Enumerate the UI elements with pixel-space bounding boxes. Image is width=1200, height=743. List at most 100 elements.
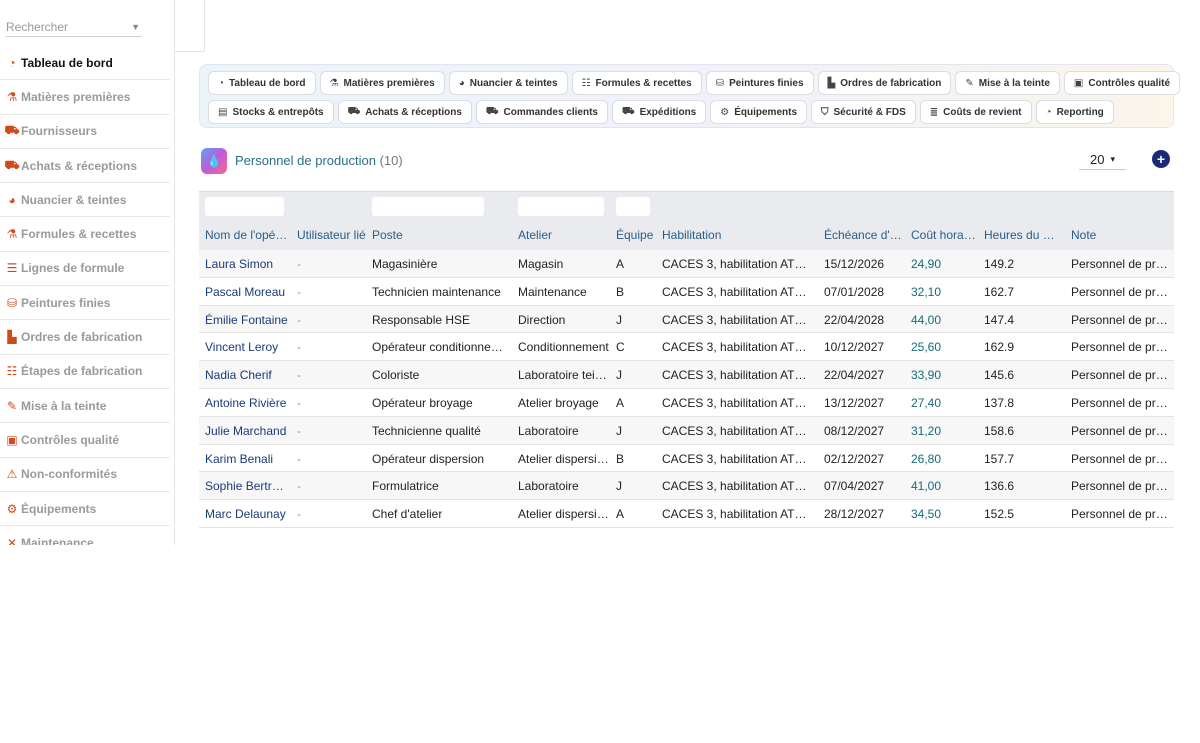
table-cell: Personnel de production [1071,423,1174,438]
tab-row1-2[interactable]: ◕ Nuancier & teintes [448,71,568,95]
tab-row1-1[interactable]: ⚗ Matières premières [319,71,445,95]
tab-row1-7[interactable]: ▣ Contrôles qualité [1063,71,1181,95]
table-cell: Personnel de production [1071,395,1174,410]
palette-icon: ◕ [8,192,16,207]
table-row[interactable]: Marc Delaunay - Chef d'atelier Atelier disp… [199,500,1174,528]
table-cell: CACES 3, habilitation ATEX niveau 1 [662,479,812,494]
sidebar-item-label: Matières premières [21,89,131,104]
operator-name-link[interactable]: Pascal Moreau [205,285,285,299]
tab-label: Peintures finies [729,77,804,89]
sidebar-item-0[interactable]: ◔ Tableau de bord [0,46,170,81]
tab-row2-5[interactable]: ⛉ Sécurité & FDS [811,100,916,124]
table-cell: J [616,312,622,327]
table-cell: Opérateur broyage [372,395,473,410]
table-cell: J [616,479,622,494]
caret-down-icon[interactable]: ▼ [131,22,140,32]
sidebar-item-2[interactable]: ⛟ Fournisseurs [0,115,170,149]
tab-label: Équipements [734,106,798,118]
table-cell: Personnel de production [1071,451,1174,466]
table-cell: Personnel de production [1071,257,1174,271]
sidebar-toggle-area [175,0,205,52]
sidebar-item-label: Formules & recettes [21,227,137,242]
operator-name-link[interactable]: Nadia Cherif [205,368,272,382]
column-header-5[interactable]: Habilitation [662,228,721,242]
tab-row2-4[interactable]: ⚙ Équipements [710,100,808,124]
operator-name-link[interactable]: Marc Delaunay [205,507,286,521]
column-header-9[interactable]: Note [1071,228,1096,242]
table-cell: 147.4 [984,312,1015,327]
tab-label: Ordres de fabrication [840,77,942,89]
table-row[interactable]: Nadia Cherif - Coloriste Laboratoire teinte… [199,361,1174,389]
column-header-8[interactable]: Heures du mois [984,228,1064,242]
table-cell: Personnel de production [1071,312,1174,327]
per-page-select[interactable]: 20 ▾ [1079,150,1126,170]
table-cell: J [616,368,622,383]
tab-label: Commandes clients [503,106,598,118]
operator-name-link[interactable]: Vincent Leroy [205,340,278,354]
table-row[interactable]: Antoine Rivière - Opérateur broyage Atelier… [199,388,1174,417]
table-row[interactable]: Vincent Leroy - Opérateur conditionnement C… [199,333,1174,362]
column-header-4[interactable]: Équipe [616,228,653,242]
column-header-1[interactable]: Utilisateur lié [297,228,366,242]
sidebar-item-1[interactable]: ⚗ Matières premières [0,80,170,115]
tab-row1-6[interactable]: ✎ Mise à la teinte [955,71,1060,95]
sidebar-item-14[interactable]: ✕ Maintenance [0,526,170,545]
sidebar-item-10[interactable]: ✎ Mise à la teinte [0,389,170,424]
tab-row1-0[interactable]: ◔ Tableau de bord [208,71,316,95]
operator-name-link[interactable]: Laura Simon [205,257,273,271]
sidebar-item-3[interactable]: ⛟ Achats & réceptions [0,149,170,184]
filter-atelier-input[interactable] [518,197,604,216]
tab-row1-5[interactable]: ▙ Ordres de fabrication [817,71,952,95]
sidebar-item-12[interactable]: ⚠ Non-conformités [0,458,170,492]
drop-icon: 💧 [201,148,227,174]
table-cell: Opérateur conditionnement [372,340,512,355]
table-cell: 162.9 [984,340,1015,355]
tab-row2-0[interactable]: ▤ Stocks & entrepôts [208,100,334,124]
tab-row2-1[interactable]: ⛟ Achats & réceptions [337,100,472,124]
sidebar-item-label: Mise à la teinte [21,398,107,413]
operator-name-link[interactable]: Antoine Rivière [205,396,286,410]
table-row[interactable]: Julie Marchand - Technicienne qualité Labor… [199,416,1174,445]
tab-row2-2[interactable]: ⛟ Commandes clients [475,100,608,124]
table-row[interactable]: Sophie Bertrand - Formulatrice Laboratoire J… [199,472,1174,501]
sidebar-item-11[interactable]: ▣ Contrôles qualité [0,423,170,458]
tab-row2-3[interactable]: ⛟ Expéditions [611,100,707,124]
sidebar-item-7[interactable]: ⛁ Peintures finies [0,286,170,321]
search-select[interactable]: Rechercher ▼ [6,17,142,37]
table-cell: - [297,395,301,410]
sidebar-item-13[interactable]: ⚙ Équipements [0,492,170,527]
filter-equipe-input[interactable] [616,197,650,216]
filter-name-input[interactable] [205,197,284,216]
table-cell: - [297,284,301,299]
operator-name-link[interactable]: Sophie Bertrand [205,479,289,493]
sidebar-item-5[interactable]: ⚗ Formules & recettes [0,217,170,252]
table-row[interactable]: Pascal Moreau - Technicien maintenance Main… [199,277,1174,306]
operator-name-link[interactable]: Julie Marchand [205,424,286,438]
table-cell: 26,80 [911,451,942,466]
sidebar-item-4[interactable]: ◕ Nuancier & teintes [0,183,170,218]
sidebar-item-8[interactable]: ▙ Ordres de fabrication [0,320,170,355]
column-header-0[interactable]: Nom de l'opérateur [205,228,289,242]
column-header-6[interactable]: Échéance d'habilitation [824,228,902,242]
filter-poste-input[interactable] [372,197,484,216]
tab-row2-6[interactable]: ≣ Coûts de revient [919,100,1032,124]
tab-row2-7[interactable]: ◔ Reporting [1035,100,1114,124]
tab-row1-3[interactable]: ☷ Formules & recettes [571,71,702,95]
table-row[interactable]: Émilie Fontaine - Responsable HSE Direction… [199,305,1174,334]
column-header-2[interactable]: Poste [372,228,403,242]
table-cell: Opérateur dispersion [372,451,485,466]
table-cell: Technicien maintenance [372,284,501,299]
tab-row1-4[interactable]: ⛁ Peintures finies [705,71,814,95]
add-record-button[interactable]: + [1152,150,1170,168]
sidebar-item-9[interactable]: ☷ Étapes de fabrication [0,355,170,389]
column-header-7[interactable]: Coût horaire [911,228,977,242]
table-cell: - [297,312,301,327]
operator-name-link[interactable]: Karim Benali [205,452,273,466]
table-cell: CACES 3, habilitation ATEX niveau 1 [662,507,812,522]
table-row[interactable]: Karim Benali - Opérateur dispersion Atelier… [199,444,1174,473]
column-header-3[interactable]: Atelier [518,228,552,242]
table-row[interactable]: Laura Simon - Magasinière Magasin A CACES 3, … [199,250,1174,278]
sidebar-item-6[interactable]: ☰ Lignes de formule [0,252,170,287]
table-cell: Formulatrice [372,479,439,494]
operator-name-link[interactable]: Émilie Fontaine [205,313,288,327]
